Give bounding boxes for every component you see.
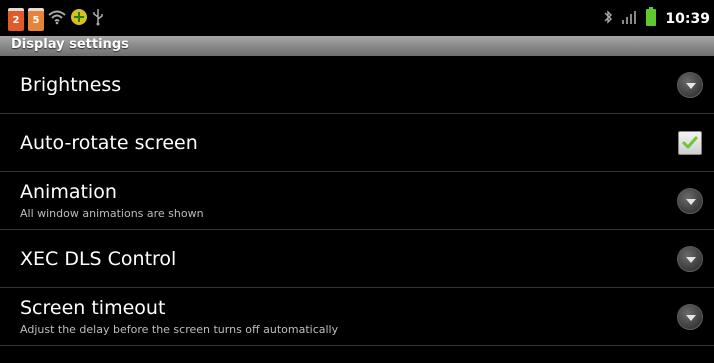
notification-count: 2	[12, 15, 20, 26]
system-tray[interactable]: 10:39	[603, 7, 710, 31]
calendar-notification-icon: 2	[8, 7, 24, 31]
dropdown-icon[interactable]	[677, 304, 703, 330]
clock: 10:39	[665, 11, 710, 27]
notification-area[interactable]: 2 5	[8, 7, 104, 31]
setting-animation[interactable]: Animation All window animations are show…	[0, 172, 714, 230]
setting-summary: All window animations are shown	[20, 207, 204, 220]
setting-title: Animation	[20, 181, 117, 203]
settings-list: Brightness Auto-rotate screen Animation …	[0, 56, 714, 346]
dropdown-icon[interactable]	[677, 72, 703, 98]
setting-auto-rotate[interactable]: Auto-rotate screen	[0, 114, 714, 172]
bluetooth-icon	[603, 9, 613, 29]
setting-title: Auto-rotate screen	[20, 132, 198, 154]
dropdown-icon[interactable]	[677, 246, 703, 272]
setting-title: Brightness	[20, 74, 122, 96]
setting-title: XEC DLS Control	[20, 248, 177, 270]
signal-icon	[621, 9, 637, 29]
wifi-icon	[48, 9, 66, 29]
dropdown-icon[interactable]	[677, 188, 703, 214]
auto-rotate-checkbox[interactable]	[678, 131, 702, 155]
setting-brightness[interactable]: Brightness	[0, 56, 714, 114]
status-bar: 2 5 10:39	[0, 0, 714, 36]
android-update-icon	[70, 8, 88, 30]
title-bar: Display settings	[0, 36, 714, 56]
setting-screen-timeout[interactable]: Screen timeout Adjust the delay before t…	[0, 288, 714, 346]
app-notification-icon: 5	[28, 7, 44, 31]
setting-title: Screen timeout	[20, 297, 166, 319]
page-title: Display settings	[11, 37, 129, 52]
setting-xec-dls-control[interactable]: XEC DLS Control	[0, 230, 714, 288]
battery-icon	[645, 7, 657, 31]
setting-summary: Adjust the delay before the screen turns…	[20, 323, 339, 336]
notification-count: 5	[32, 15, 40, 26]
usb-icon	[92, 8, 104, 30]
check-icon	[682, 136, 698, 149]
